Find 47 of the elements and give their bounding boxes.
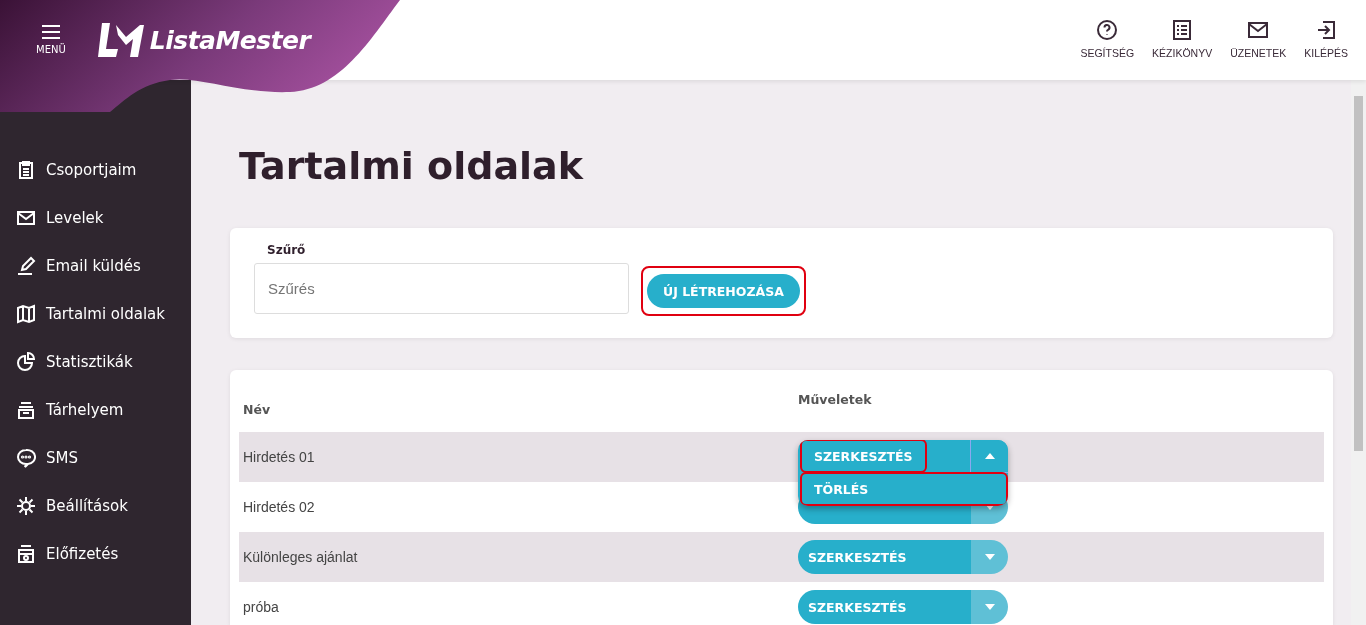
caret-up-icon <box>984 453 995 459</box>
column-header: Név <box>242 401 272 417</box>
sidebar-item[interactable]: Levelek <box>0 194 191 242</box>
logout-link[interactable]: KILÉPÉS <box>1300 19 1352 59</box>
sidebar-item[interactable]: Előfizetés <box>0 530 191 578</box>
scrollbar[interactable] <box>1351 80 1366 625</box>
help-link[interactable]: SEGÍTSÉG <box>1076 19 1139 59</box>
logo-text: ListaMester <box>149 25 311 55</box>
pencil-icon <box>16 256 36 276</box>
sidebar-item[interactable]: Tartalmi oldalak <box>0 290 191 338</box>
table-cell-text: Különleges ajánlat <box>242 549 359 565</box>
envelope-icon <box>1247 19 1270 41</box>
menu-button[interactable]: MENÜ <box>36 25 66 55</box>
sidebar-item[interactable]: Csoportjaim <box>0 146 191 194</box>
sidebar-item[interactable]: Tárhelyem <box>0 386 191 434</box>
menu-icon <box>41 25 60 39</box>
table-cell-text: Hirdetés 01 <box>242 449 316 465</box>
caret-down-icon <box>984 554 995 560</box>
list-icon <box>1171 19 1194 41</box>
manual-link[interactable]: KÉZIKÖNYV <box>1148 19 1217 59</box>
dropdown-toggle[interactable] <box>971 540 1008 574</box>
field-label: Szűrő <box>267 243 307 257</box>
page-title: Tartalmi oldalak <box>239 144 585 188</box>
chat-bubble-icon <box>16 448 36 468</box>
wallet-icon <box>16 544 36 564</box>
clipboard-icon <box>16 160 36 180</box>
caret-down-icon <box>984 604 995 610</box>
logout-icon <box>1315 19 1338 41</box>
dropdown-toggle[interactable] <box>971 590 1008 624</box>
sidebar-item[interactable]: Email küldés <box>0 242 191 290</box>
book-icon <box>16 304 36 324</box>
sidebar-item[interactable]: Beállítások <box>0 482 191 530</box>
messages-link[interactable]: ÜZENETEK <box>1226 19 1291 59</box>
envelope-icon <box>16 208 36 228</box>
tray-icon <box>16 400 36 420</box>
sidebar-item[interactable]: SMS <box>0 434 191 482</box>
help-icon <box>1096 19 1119 41</box>
dropdown-toggle[interactable] <box>971 440 1008 472</box>
caret-down-icon <box>984 504 995 510</box>
gear-icon <box>16 496 36 516</box>
filter-field[interactable]: Szűrés <box>254 263 629 314</box>
pie-chart-icon <box>16 352 36 372</box>
table-cell-text: Hirdetés 02 <box>242 499 316 515</box>
sidebar-item[interactable]: Statisztikák <box>0 338 191 386</box>
table-cell-text: próba <box>242 599 280 615</box>
logo-icon <box>97 23 144 57</box>
column-header: Műveletek <box>798 392 872 409</box>
